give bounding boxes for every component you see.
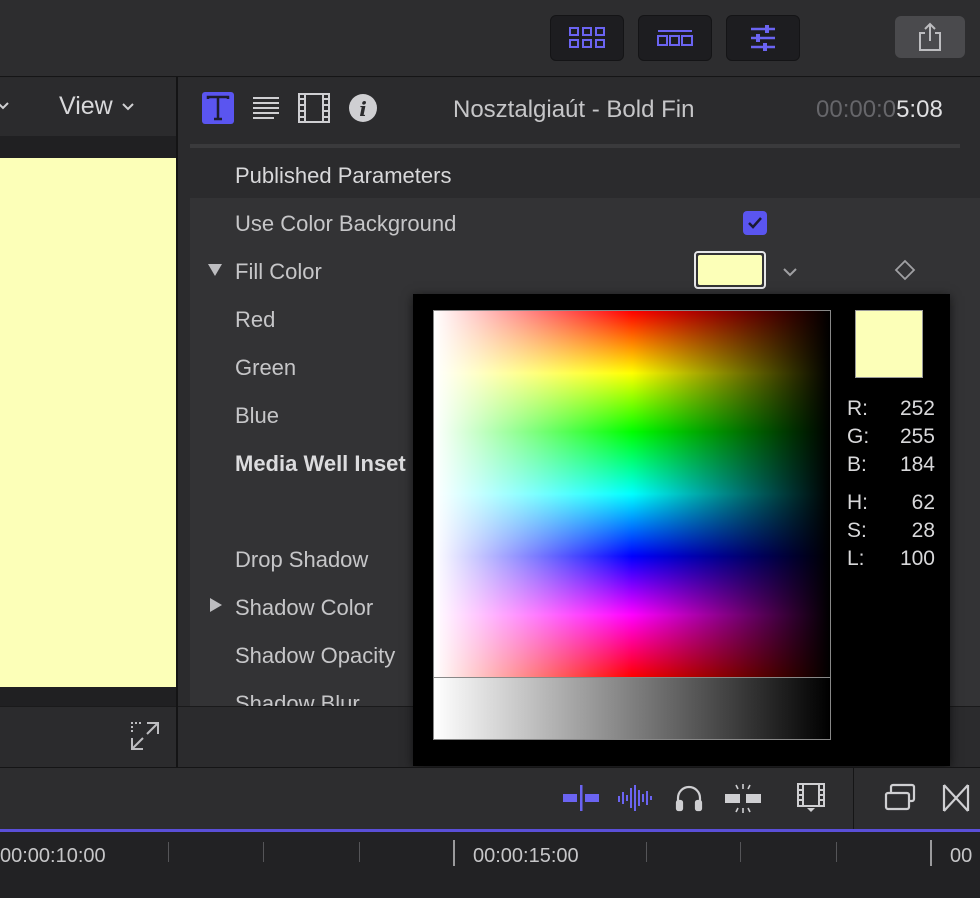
param-label: Drop Shadow — [235, 547, 369, 572]
headphones-icon[interactable] — [675, 784, 703, 812]
ruler-tick — [168, 842, 169, 862]
color-spectrum[interactable] — [433, 310, 831, 678]
keyframe-icon[interactable] — [894, 259, 916, 281]
param-label: Use Color Background — [235, 211, 457, 236]
tab-text[interactable] — [250, 92, 282, 124]
timeline-toggle-button[interactable] — [638, 15, 712, 61]
use-color-background-checkbox[interactable] — [743, 211, 767, 235]
timecode: 00:00:05:08 — [816, 96, 943, 124]
hsl-row-lightness: L: 100 — [847, 547, 935, 571]
channel-value: 255 — [899, 425, 935, 448]
inspector-header: i Nosztalgiaút - Bold Fin 00:00:05:08 — [178, 78, 980, 140]
viewer-header: View — [0, 78, 176, 137]
timeline-ruler[interactable]: 00:00:10:00 00:00:15:00 00 — [0, 832, 980, 898]
color-picker-popup: R: 252 G: 255 B: 184 H: 62 S: 28 L: 100 — [413, 294, 950, 766]
clip-appearance-icon[interactable] — [797, 782, 825, 814]
fill-color-swatch — [698, 255, 762, 285]
channel-value: 28 — [911, 519, 935, 542]
disclosure-closed-icon[interactable] — [209, 597, 223, 613]
timeline-icon — [657, 30, 693, 46]
checkmark-icon — [748, 217, 762, 229]
inspector-sliders-icon — [751, 25, 775, 51]
chevron-down-icon[interactable] — [781, 266, 799, 278]
timeline-toolbar — [0, 767, 980, 830]
param-label: Fill Color — [235, 259, 322, 284]
hsl-row-hue: H: 62 — [847, 491, 935, 515]
rgb-row-blue: B: 184 — [847, 453, 935, 477]
svg-text:i: i — [359, 97, 367, 121]
timecode-dim: 00:00:0 — [816, 96, 897, 123]
disclosure-open-icon[interactable] — [207, 263, 223, 277]
channel-label: B: — [847, 453, 867, 476]
transitions-icon[interactable] — [942, 783, 970, 813]
text-icon — [253, 97, 279, 119]
hsl-row-saturation: S: 28 — [847, 519, 935, 543]
rgb-row-green: G: 255 — [847, 425, 935, 449]
tab-info[interactable]: i — [347, 92, 379, 124]
color-preview-swatch — [855, 310, 923, 378]
ruler-tick — [836, 842, 837, 862]
fill-color-well[interactable] — [694, 251, 766, 289]
video-icon — [298, 93, 330, 123]
tab-title[interactable] — [202, 92, 234, 124]
ruler-label: 00 — [950, 845, 973, 867]
channel-label: G: — [847, 425, 870, 448]
rgb-row-red: R: 252 — [847, 397, 935, 421]
chevron-down-icon[interactable] — [0, 100, 12, 112]
chevron-down-icon — [122, 102, 134, 110]
param-label: Shadow Opacity — [235, 643, 396, 668]
channel-label: L: — [847, 547, 865, 570]
audio-skimming-icon[interactable] — [617, 784, 655, 812]
top-toolbar — [0, 0, 980, 77]
ruler-tick — [359, 842, 360, 862]
grayscale-ramp[interactable] — [433, 678, 831, 740]
solo-icon[interactable] — [724, 782, 762, 814]
ruler-label: 00:00:15:00 — [473, 845, 579, 867]
ruler-tick — [263, 842, 264, 862]
channel-label: R: — [847, 397, 868, 420]
param-label: Media Well Inset — [235, 451, 406, 476]
viewer-canvas[interactable] — [0, 136, 176, 706]
share-icon — [919, 22, 941, 51]
ruler-tick-major — [930, 840, 932, 866]
channel-label: H: — [847, 491, 868, 514]
channel-value: 252 — [899, 397, 935, 420]
share-button[interactable] — [895, 16, 965, 58]
inspector-toggle-button[interactable] — [726, 15, 800, 61]
viewer-footer — [0, 706, 176, 767]
browser-toggle-button[interactable] — [550, 15, 624, 61]
param-label: Blue — [235, 403, 280, 428]
inspector-title: Nosztalgiaút - Bold Fin — [453, 96, 695, 123]
snapping-icon[interactable] — [562, 784, 600, 812]
fullscreen-icon[interactable] — [130, 721, 160, 751]
param-label: Shadow Color — [235, 595, 374, 620]
ruler-label: 00:00:10:00 — [0, 845, 106, 867]
effects-browser-icon[interactable] — [884, 783, 916, 813]
channel-value: 62 — [911, 491, 935, 514]
channel-label: S: — [847, 519, 867, 542]
header-separator — [190, 144, 960, 148]
view-menu-button[interactable]: View — [59, 92, 135, 121]
param-label: Shadow Blur — [235, 691, 360, 706]
channel-value: 184 — [899, 453, 935, 476]
ruler-tick — [646, 842, 647, 862]
param-label: Green — [235, 355, 297, 380]
info-icon: i — [349, 94, 377, 122]
param-label: Red — [235, 307, 276, 332]
viewer-frame — [0, 158, 176, 687]
toolbar-divider — [853, 768, 854, 830]
view-menu-label: View — [59, 92, 113, 120]
section-header: Published Parameters — [235, 163, 452, 188]
title-icon — [206, 95, 230, 121]
channel-value: 100 — [899, 547, 935, 570]
browser-grid-icon — [569, 27, 605, 48]
timecode-bright: 5:08 — [896, 96, 943, 123]
ruler-tick — [740, 842, 741, 862]
tab-video[interactable] — [298, 92, 330, 124]
ruler-tick-major — [453, 840, 455, 866]
